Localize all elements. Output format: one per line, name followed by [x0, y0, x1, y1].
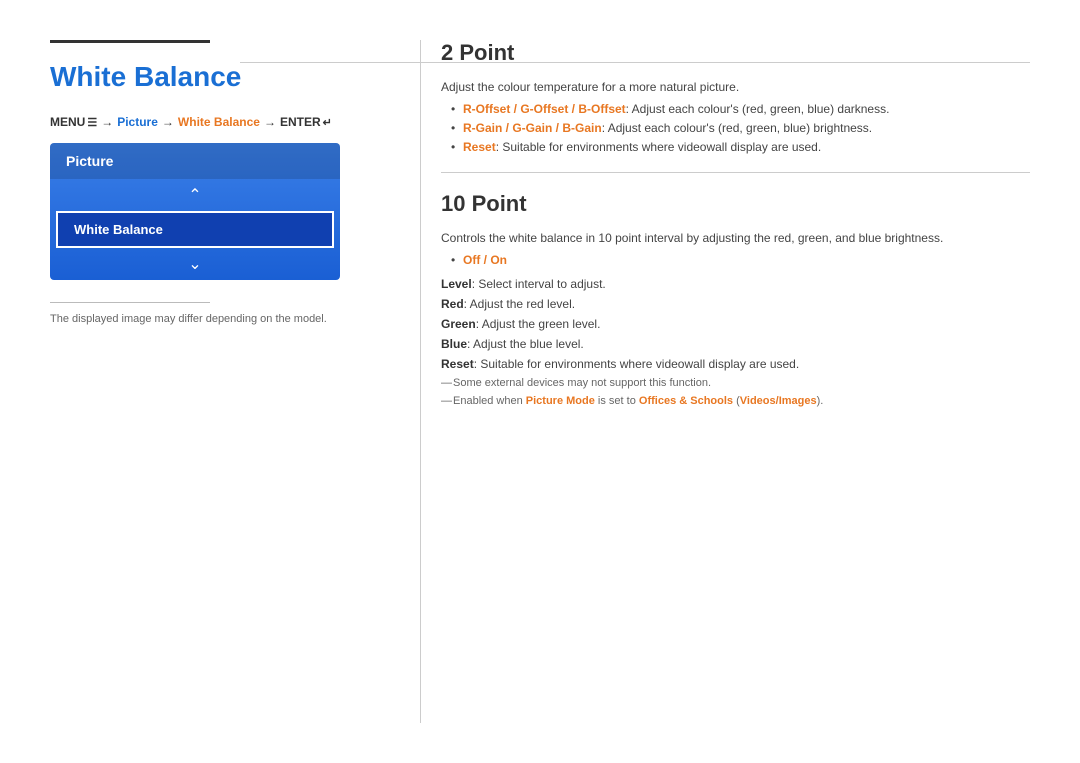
note-picture-mode-suffix: ( [733, 395, 740, 407]
menu-up-arrow[interactable]: ⌃ [50, 179, 340, 211]
up-arrow-icon: ⌃ [188, 185, 201, 205]
note-picture-mode-end: ). [817, 395, 824, 407]
bullet-item-off-on: Off / On [451, 253, 1030, 267]
off-on-highlight: Off / On [463, 253, 507, 267]
reset1-text: : Suitable for environments where videow… [496, 140, 822, 154]
page-title: White Balance [50, 61, 380, 93]
right-panel: 2 Point Adjust the colour temperature fo… [420, 40, 1030, 723]
green-detail: Green: Adjust the green level. [441, 317, 1030, 331]
offset-highlight: R-Offset / G-Offset / B-Offset [463, 102, 626, 116]
gain-highlight: R-Gain / G-Gain / B-Gain [463, 121, 602, 135]
picture-mode-highlight: Picture Mode [526, 395, 595, 407]
picture-menu-selected-item[interactable]: White Balance [56, 211, 334, 248]
page-container: White Balance MENU ☰ → Picture → White B… [0, 0, 1080, 763]
picture-menu-header: Picture [50, 143, 340, 179]
menu-arrow-3: → [264, 115, 276, 129]
offset-text: : Adjust each colour's (red, green, blue… [626, 102, 890, 116]
note-external-text: Some external devices may not support th… [453, 377, 711, 389]
enter-icon: ↵ [323, 116, 332, 129]
level-text: : Select interval to adjust. [472, 277, 606, 291]
menu-white-balance-link[interactable]: White Balance [178, 115, 260, 129]
reset2-text: : Suitable for environments where videow… [474, 357, 800, 371]
note-external: Some external devices may not support th… [441, 377, 1030, 389]
bullet-item-offset: R-Offset / G-Offset / B-Offset: Adjust e… [451, 102, 1030, 116]
reset2-detail: Reset: Suitable for environments where v… [441, 357, 1030, 371]
red-text: : Adjust the red level. [464, 297, 575, 311]
section1-bullets: R-Offset / G-Offset / B-Offset: Adjust e… [441, 102, 1030, 154]
section1-intro: Adjust the colour temperature for a more… [441, 80, 1030, 94]
image-note: The displayed image may differ depending… [50, 313, 380, 325]
section-divider [441, 172, 1030, 173]
section2-bullets: Off / On [441, 253, 1030, 267]
green-label: Green [441, 317, 476, 331]
gain-text: : Adjust each colour's (red, green, blue… [602, 121, 872, 135]
bullet-item-gain: R-Gain / G-Gain / B-Gain: Adjust each co… [451, 121, 1030, 135]
note-divider [50, 302, 210, 303]
green-text: : Adjust the green level. [476, 317, 601, 331]
note-picture-mode: Enabled when Picture Mode is set to Offi… [441, 395, 1030, 407]
level-detail: Level: Select interval to adjust. [441, 277, 1030, 291]
red-label: Red [441, 297, 464, 311]
menu-down-arrow[interactable]: ⌄ [50, 248, 340, 280]
blue-text: : Adjust the blue level. [467, 337, 584, 351]
menu-icon-symbol: ☰ [87, 116, 97, 129]
menu-path: MENU ☰ → Picture → White Balance → ENTER… [50, 115, 380, 129]
reset2-label: Reset [441, 357, 474, 371]
down-arrow-icon: ⌄ [188, 254, 201, 274]
menu-picture-link[interactable]: Picture [117, 115, 158, 129]
menu-arrow-2: → [162, 115, 174, 129]
note-picture-mode-prefix: Enabled when [453, 395, 526, 407]
top-divider-left [50, 40, 210, 43]
reset1-highlight: Reset [463, 140, 496, 154]
menu-label: MENU [50, 115, 85, 129]
section2-intro: Controls the white balance in 10 point i… [441, 231, 1030, 245]
picture-menu: Picture ⌃ White Balance ⌄ [50, 143, 340, 280]
videos-images-highlight: Videos/Images [740, 395, 817, 407]
menu-arrow-1: → [101, 115, 113, 129]
bullet-item-reset1: Reset: Suitable for environments where v… [451, 140, 1030, 154]
left-panel: White Balance MENU ☰ → Picture → White B… [50, 40, 420, 723]
note-picture-mode-middle: is set to [595, 395, 639, 407]
level-label: Level [441, 277, 472, 291]
section2-title: 10 Point [441, 191, 1030, 217]
offices-schools-highlight: Offices & Schools [639, 395, 733, 407]
blue-detail: Blue: Adjust the blue level. [441, 337, 1030, 351]
section1-title: 2 Point [441, 40, 1030, 66]
blue-label: Blue [441, 337, 467, 351]
enter-label: ENTER [280, 115, 321, 129]
red-detail: Red: Adjust the red level. [441, 297, 1030, 311]
